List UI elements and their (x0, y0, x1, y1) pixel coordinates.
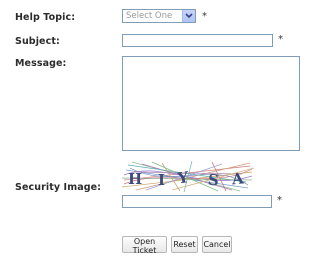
svg-text:I: I (158, 171, 165, 189)
svg-text:S: S (207, 171, 220, 190)
svg-text:Y: Y (176, 168, 190, 187)
security-code-input[interactable] (122, 195, 272, 208)
message-textarea[interactable] (122, 56, 300, 151)
security-required-mark: * (277, 195, 282, 206)
captcha-image: H I Y S A (121, 160, 255, 193)
chevron-down-icon (185, 13, 193, 19)
subject-input[interactable] (122, 34, 273, 47)
new-ticket-form: Help Topic: Select One * Subject: * Mess… (0, 0, 300, 258)
open-ticket-button[interactable]: Open Ticket (122, 236, 167, 255)
captcha-noise-graphic: H I Y S A (121, 160, 255, 193)
reset-button[interactable]: Reset (171, 236, 198, 253)
help-topic-required-mark: * (202, 11, 207, 22)
security-image-label: Security Image: (15, 182, 102, 193)
help-topic-select[interactable]: Select One (122, 9, 196, 23)
dropdown-button[interactable] (182, 10, 195, 22)
help-topic-label: Help Topic: (15, 12, 76, 23)
message-label: Message: (15, 58, 67, 69)
subject-label: Subject: (15, 36, 60, 47)
cancel-button[interactable]: Cancel (202, 236, 232, 253)
svg-text:A: A (230, 169, 245, 188)
help-topic-selected-value: Select One (126, 11, 173, 21)
svg-text:H: H (128, 170, 142, 188)
subject-required-mark: * (278, 34, 283, 45)
